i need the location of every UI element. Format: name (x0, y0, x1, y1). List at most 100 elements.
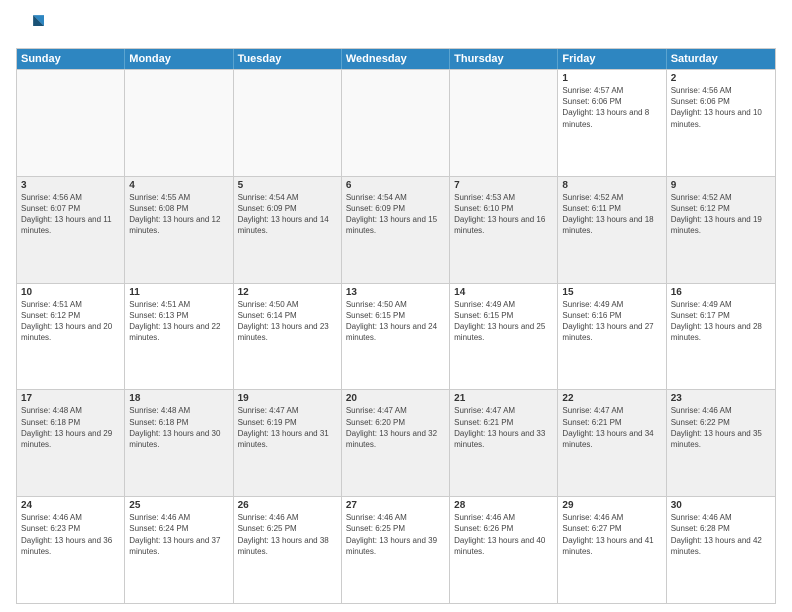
cal-cell: 25Sunrise: 4:46 AMSunset: 6:24 PMDayligh… (125, 497, 233, 603)
calendar: SundayMondayTuesdayWednesdayThursdayFrid… (16, 48, 776, 604)
cal-week-2: 3Sunrise: 4:56 AMSunset: 6:07 PMDaylight… (17, 176, 775, 283)
calendar-body: 1Sunrise: 4:57 AMSunset: 6:06 PMDaylight… (17, 69, 775, 603)
day-number: 14 (454, 287, 553, 298)
cal-cell: 10Sunrise: 4:51 AMSunset: 6:12 PMDayligh… (17, 284, 125, 390)
day-info: Sunrise: 4:52 AMSunset: 6:11 PMDaylight:… (562, 192, 661, 237)
cal-cell: 8Sunrise: 4:52 AMSunset: 6:11 PMDaylight… (558, 177, 666, 283)
day-number: 20 (346, 393, 445, 404)
day-info: Sunrise: 4:48 AMSunset: 6:18 PMDaylight:… (129, 405, 228, 450)
day-info: Sunrise: 4:49 AMSunset: 6:16 PMDaylight:… (562, 299, 661, 344)
cal-cell (342, 70, 450, 176)
day-info: Sunrise: 4:51 AMSunset: 6:13 PMDaylight:… (129, 299, 228, 344)
cal-cell: 28Sunrise: 4:46 AMSunset: 6:26 PMDayligh… (450, 497, 558, 603)
day-info: Sunrise: 4:54 AMSunset: 6:09 PMDaylight:… (238, 192, 337, 237)
cal-week-5: 24Sunrise: 4:46 AMSunset: 6:23 PMDayligh… (17, 496, 775, 603)
day-info: Sunrise: 4:47 AMSunset: 6:21 PMDaylight:… (454, 405, 553, 450)
day-number: 29 (562, 500, 661, 511)
day-info: Sunrise: 4:46 AMSunset: 6:26 PMDaylight:… (454, 512, 553, 557)
cal-cell (234, 70, 342, 176)
page: SundayMondayTuesdayWednesdayThursdayFrid… (0, 0, 792, 612)
day-info: Sunrise: 4:47 AMSunset: 6:21 PMDaylight:… (562, 405, 661, 450)
cal-cell: 4Sunrise: 4:55 AMSunset: 6:08 PMDaylight… (125, 177, 233, 283)
day-number: 3 (21, 180, 120, 191)
day-info: Sunrise: 4:47 AMSunset: 6:20 PMDaylight:… (346, 405, 445, 450)
day-info: Sunrise: 4:51 AMSunset: 6:12 PMDaylight:… (21, 299, 120, 344)
day-info: Sunrise: 4:46 AMSunset: 6:25 PMDaylight:… (346, 512, 445, 557)
day-info: Sunrise: 4:53 AMSunset: 6:10 PMDaylight:… (454, 192, 553, 237)
cal-cell: 9Sunrise: 4:52 AMSunset: 6:12 PMDaylight… (667, 177, 775, 283)
day-info: Sunrise: 4:48 AMSunset: 6:18 PMDaylight:… (21, 405, 120, 450)
cal-cell: 11Sunrise: 4:51 AMSunset: 6:13 PMDayligh… (125, 284, 233, 390)
day-info: Sunrise: 4:50 AMSunset: 6:14 PMDaylight:… (238, 299, 337, 344)
day-number: 12 (238, 287, 337, 298)
day-number: 15 (562, 287, 661, 298)
day-info: Sunrise: 4:49 AMSunset: 6:15 PMDaylight:… (454, 299, 553, 344)
cal-cell: 30Sunrise: 4:46 AMSunset: 6:28 PMDayligh… (667, 497, 775, 603)
day-number: 9 (671, 180, 771, 191)
day-info: Sunrise: 4:46 AMSunset: 6:22 PMDaylight:… (671, 405, 771, 450)
logo (16, 12, 48, 40)
day-number: 25 (129, 500, 228, 511)
cal-week-3: 10Sunrise: 4:51 AMSunset: 6:12 PMDayligh… (17, 283, 775, 390)
cal-header-sunday: Sunday (17, 49, 125, 69)
day-number: 11 (129, 287, 228, 298)
day-number: 16 (671, 287, 771, 298)
cal-header-saturday: Saturday (667, 49, 775, 69)
day-number: 6 (346, 180, 445, 191)
day-info: Sunrise: 4:46 AMSunset: 6:25 PMDaylight:… (238, 512, 337, 557)
cal-header-friday: Friday (558, 49, 666, 69)
cal-header-wednesday: Wednesday (342, 49, 450, 69)
cal-cell: 13Sunrise: 4:50 AMSunset: 6:15 PMDayligh… (342, 284, 450, 390)
cal-cell: 6Sunrise: 4:54 AMSunset: 6:09 PMDaylight… (342, 177, 450, 283)
day-number: 19 (238, 393, 337, 404)
day-info: Sunrise: 4:55 AMSunset: 6:08 PMDaylight:… (129, 192, 228, 237)
cal-cell: 12Sunrise: 4:50 AMSunset: 6:14 PMDayligh… (234, 284, 342, 390)
cal-cell: 14Sunrise: 4:49 AMSunset: 6:15 PMDayligh… (450, 284, 558, 390)
cal-cell: 26Sunrise: 4:46 AMSunset: 6:25 PMDayligh… (234, 497, 342, 603)
cal-cell: 18Sunrise: 4:48 AMSunset: 6:18 PMDayligh… (125, 390, 233, 496)
header (16, 12, 776, 40)
day-info: Sunrise: 4:56 AMSunset: 6:07 PMDaylight:… (21, 192, 120, 237)
day-number: 13 (346, 287, 445, 298)
day-info: Sunrise: 4:57 AMSunset: 6:06 PMDaylight:… (562, 85, 661, 130)
day-number: 4 (129, 180, 228, 191)
day-info: Sunrise: 4:52 AMSunset: 6:12 PMDaylight:… (671, 192, 771, 237)
cal-cell: 2Sunrise: 4:56 AMSunset: 6:06 PMDaylight… (667, 70, 775, 176)
cal-cell (17, 70, 125, 176)
cal-cell (125, 70, 233, 176)
day-info: Sunrise: 4:46 AMSunset: 6:28 PMDaylight:… (671, 512, 771, 557)
cal-week-4: 17Sunrise: 4:48 AMSunset: 6:18 PMDayligh… (17, 389, 775, 496)
cal-cell: 19Sunrise: 4:47 AMSunset: 6:19 PMDayligh… (234, 390, 342, 496)
cal-cell: 22Sunrise: 4:47 AMSunset: 6:21 PMDayligh… (558, 390, 666, 496)
day-number: 21 (454, 393, 553, 404)
cal-cell: 1Sunrise: 4:57 AMSunset: 6:06 PMDaylight… (558, 70, 666, 176)
day-number: 18 (129, 393, 228, 404)
day-info: Sunrise: 4:49 AMSunset: 6:17 PMDaylight:… (671, 299, 771, 344)
cal-cell: 23Sunrise: 4:46 AMSunset: 6:22 PMDayligh… (667, 390, 775, 496)
day-info: Sunrise: 4:46 AMSunset: 6:27 PMDaylight:… (562, 512, 661, 557)
cal-cell: 29Sunrise: 4:46 AMSunset: 6:27 PMDayligh… (558, 497, 666, 603)
day-number: 30 (671, 500, 771, 511)
cal-cell: 7Sunrise: 4:53 AMSunset: 6:10 PMDaylight… (450, 177, 558, 283)
day-number: 17 (21, 393, 120, 404)
day-number: 28 (454, 500, 553, 511)
cal-cell: 15Sunrise: 4:49 AMSunset: 6:16 PMDayligh… (558, 284, 666, 390)
day-number: 5 (238, 180, 337, 191)
cal-cell: 20Sunrise: 4:47 AMSunset: 6:20 PMDayligh… (342, 390, 450, 496)
cal-header-tuesday: Tuesday (234, 49, 342, 69)
cal-header-thursday: Thursday (450, 49, 558, 69)
day-info: Sunrise: 4:50 AMSunset: 6:15 PMDaylight:… (346, 299, 445, 344)
day-number: 26 (238, 500, 337, 511)
day-number: 22 (562, 393, 661, 404)
logo-icon (16, 12, 44, 40)
day-info: Sunrise: 4:47 AMSunset: 6:19 PMDaylight:… (238, 405, 337, 450)
day-number: 7 (454, 180, 553, 191)
cal-cell: 21Sunrise: 4:47 AMSunset: 6:21 PMDayligh… (450, 390, 558, 496)
cal-week-1: 1Sunrise: 4:57 AMSunset: 6:06 PMDaylight… (17, 69, 775, 176)
day-number: 1 (562, 73, 661, 84)
cal-header-monday: Monday (125, 49, 233, 69)
cal-cell: 16Sunrise: 4:49 AMSunset: 6:17 PMDayligh… (667, 284, 775, 390)
cal-cell: 3Sunrise: 4:56 AMSunset: 6:07 PMDaylight… (17, 177, 125, 283)
cal-cell: 27Sunrise: 4:46 AMSunset: 6:25 PMDayligh… (342, 497, 450, 603)
day-info: Sunrise: 4:54 AMSunset: 6:09 PMDaylight:… (346, 192, 445, 237)
